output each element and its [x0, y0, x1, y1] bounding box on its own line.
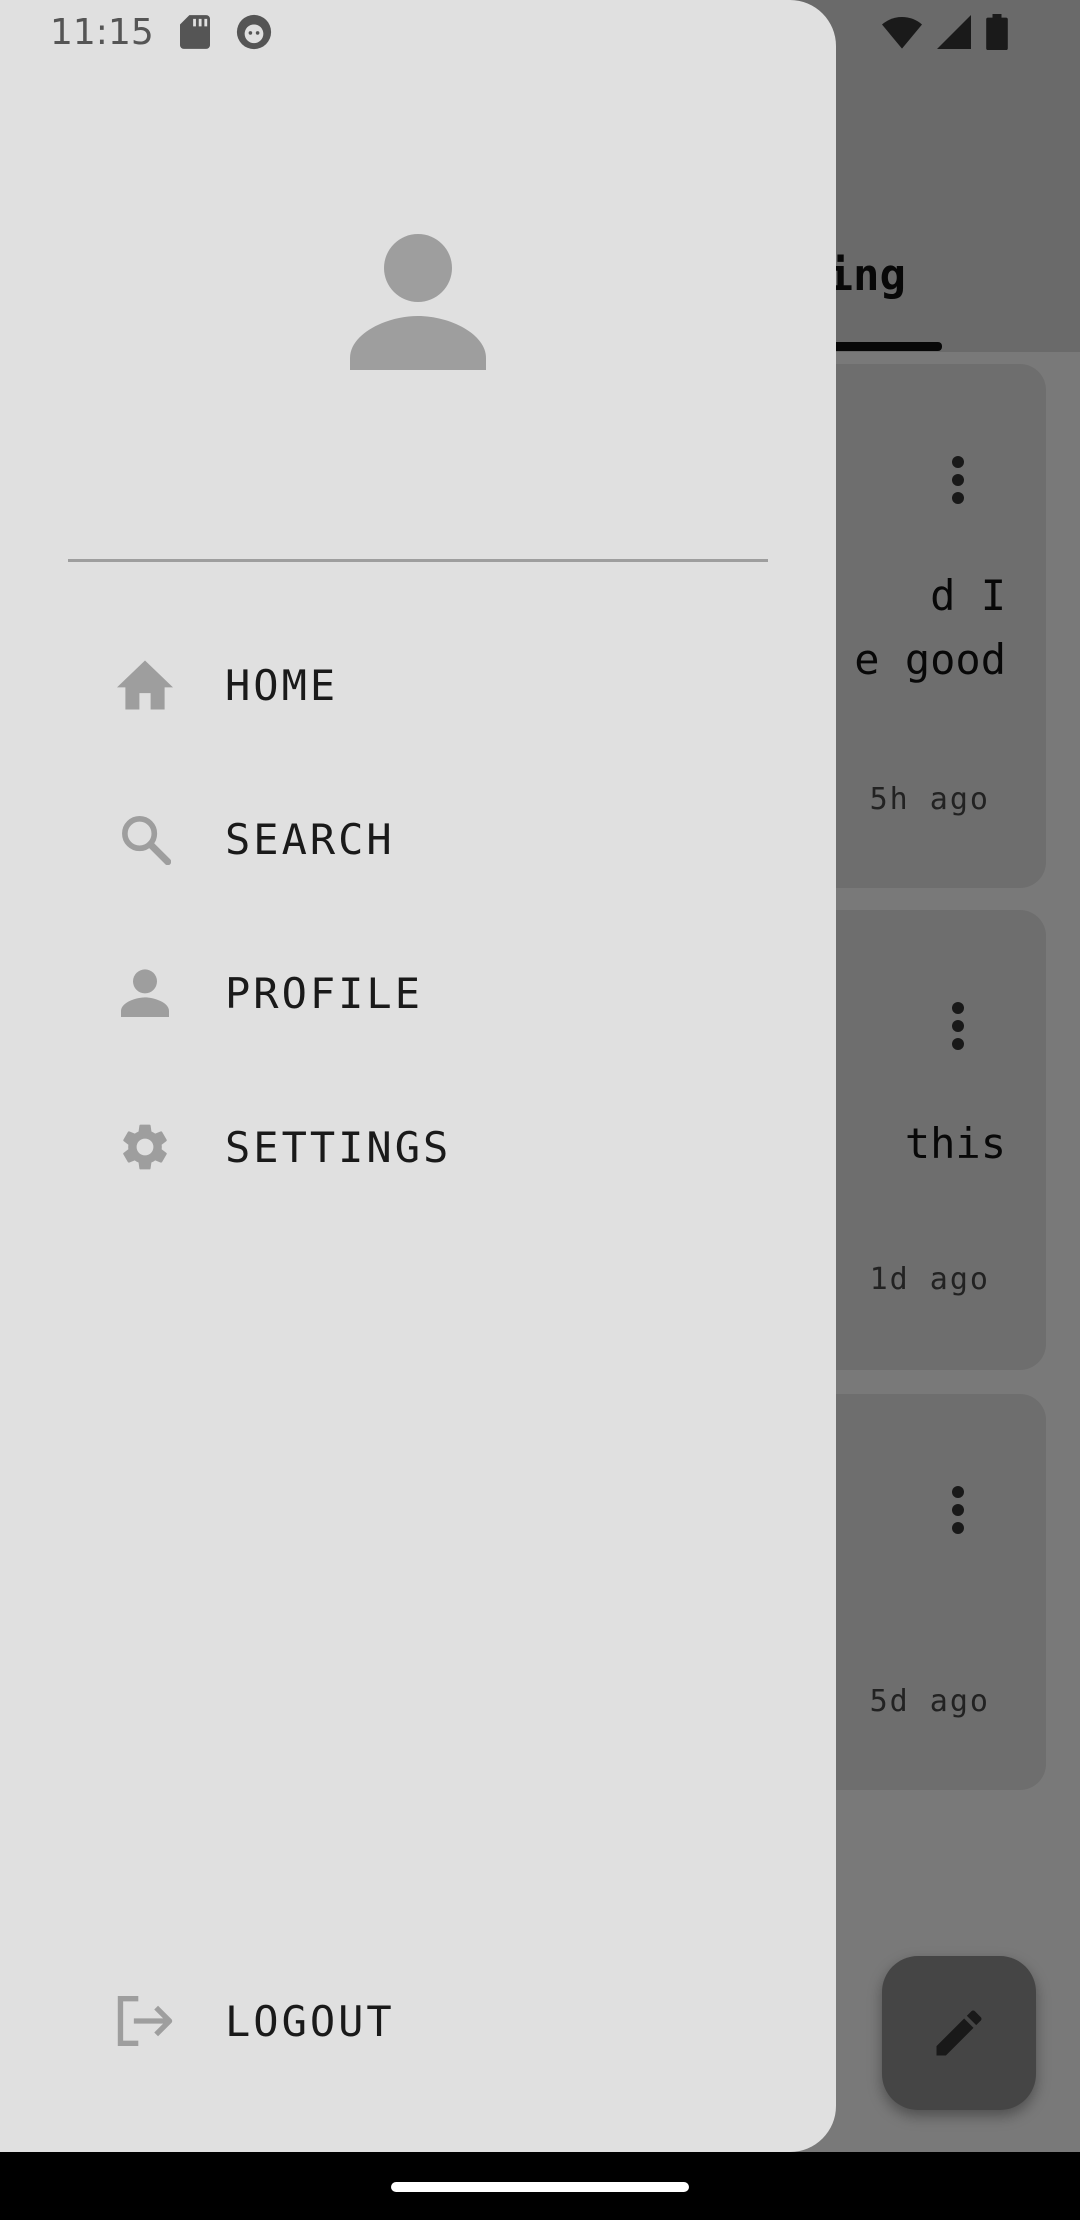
gear-icon: [123, 1124, 167, 1170]
drawer-item-search[interactable]: SEARCH: [0, 764, 836, 914]
logout-label: LOGOUT: [225, 1996, 395, 2046]
notification-app-icon: [236, 14, 271, 50]
home-gesture-handle[interactable]: [391, 2182, 689, 2192]
status-icons: [882, 12, 1008, 52]
drawer-item-settings[interactable]: SETTINGS: [0, 1072, 836, 1222]
person-icon: [121, 969, 169, 1017]
drawer-item-label: SEARCH: [225, 814, 395, 864]
sd-card-icon: [179, 15, 210, 49]
drawer-item-label: PROFILE: [225, 968, 424, 1018]
logout-button[interactable]: LOGOUT: [0, 1946, 836, 2096]
navigation-drawer: 11:15 HOME SEARCH PROFILE SETTINGS LOGOU…: [0, 0, 836, 2152]
battery-icon: [986, 14, 1008, 50]
status-bar: 11:15: [50, 10, 272, 54]
drawer-item-label: SETTINGS: [225, 1122, 452, 1172]
drawer-divider: [68, 559, 768, 562]
signal-icon: [937, 15, 971, 49]
avatar-person-icon: [350, 234, 486, 370]
home-icon: [117, 660, 173, 710]
drawer-item-label: HOME: [225, 660, 339, 710]
search-icon: [122, 816, 171, 865]
system-navigation-bar: [0, 2152, 1080, 2220]
drawer-item-profile[interactable]: PROFILE: [0, 918, 836, 1068]
drawer-item-home[interactable]: HOME: [0, 610, 836, 760]
logout-icon: [117, 1996, 173, 2046]
wifi-icon: [882, 17, 922, 49]
status-time: 11:15: [50, 11, 154, 53]
